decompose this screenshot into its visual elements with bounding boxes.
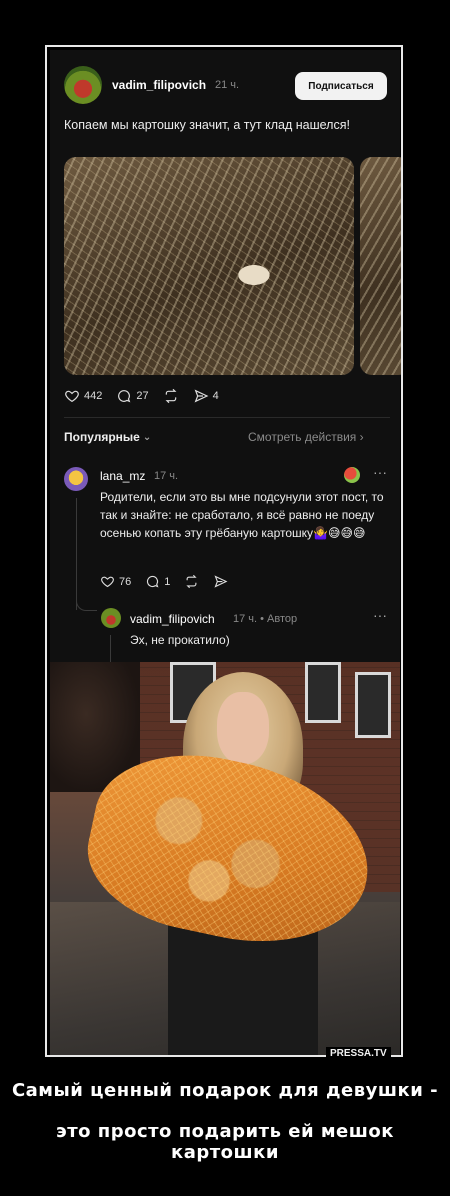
building-window (355, 672, 391, 738)
chevron-down-icon: ⌄ (142, 431, 152, 443)
repost-icon (186, 574, 197, 589)
watermark: PRESSA.TV (326, 1047, 391, 1060)
send-icon (194, 389, 209, 403)
reply-text: Эх, не прокатило) (130, 633, 230, 647)
like-button[interactable]: 442 (64, 388, 102, 404)
comments-count: 27 (136, 390, 149, 402)
comment-actions: 76 1 (100, 574, 228, 589)
comment-bubble-icon (118, 390, 131, 403)
reply-avatar[interactable] (101, 608, 121, 628)
shares-count: 4 (212, 390, 219, 402)
building-window (305, 662, 341, 723)
comment-share-button[interactable] (213, 574, 228, 589)
see-actions-link[interactable]: Смотреть действия › (248, 430, 364, 444)
chevron-right-icon: › (359, 430, 364, 444)
threads-post: vadim_filipovich 21 ч. Подписаться Копае… (50, 50, 401, 662)
divider (64, 417, 390, 418)
more-options-icon[interactable]: ··· (373, 607, 387, 623)
likes-count: 442 (84, 390, 103, 402)
comment-button[interactable]: 27 (116, 388, 149, 404)
comment-likes-count: 76 (119, 575, 132, 588)
comment-like-button[interactable]: 76 (100, 574, 131, 589)
heart-icon (65, 390, 79, 403)
post-username[interactable]: vadim_filipovich (112, 78, 206, 92)
comment-reply-button[interactable]: 1 (145, 574, 170, 589)
comment-username[interactable]: lana_mz (100, 469, 145, 483)
post-photo-roots[interactable] (64, 157, 354, 375)
subscribe-button[interactable]: Подписаться (295, 72, 387, 100)
photo-girl-with-potato-sack (50, 662, 400, 1055)
sort-label: Популярные (64, 430, 140, 444)
comment-avatar[interactable] (64, 467, 88, 491)
avatar[interactable] (64, 66, 102, 104)
see-actions-label: Смотреть действия (248, 430, 357, 444)
more-options-icon[interactable]: ··· (373, 464, 387, 480)
thread-line (76, 498, 77, 610)
thread-line (110, 635, 111, 662)
demotivator-caption-line2: это просто подарить ей мешок картошки (56, 1121, 394, 1163)
send-icon (214, 575, 228, 588)
girl-face (217, 692, 269, 764)
comment-text: Родители, если это вы мне подсунули этот… (100, 490, 384, 540)
thread-connector (76, 598, 97, 611)
post-actions: 442 27 4 (64, 386, 219, 406)
post-time: 21 ч. (215, 79, 240, 91)
reply-time: 17 ч. • Автор (233, 613, 298, 625)
sort-dropdown[interactable]: Популярные ⌄ (64, 430, 151, 444)
comment-repost-button[interactable] (184, 574, 199, 589)
demotivator-frame: vadim_filipovich 21 ч. Подписаться Копае… (45, 45, 403, 1057)
share-button[interactable]: 4 (193, 388, 219, 404)
comment-time: 17 ч. (154, 470, 179, 482)
comment-replies-count: 1 (164, 575, 171, 588)
post-caption: Копаем мы картошку значит, а тут клад на… (64, 118, 350, 132)
heart-icon (101, 576, 114, 588)
comment-bubble-icon (147, 575, 159, 588)
repost-button[interactable] (163, 388, 179, 404)
repost-icon (165, 388, 177, 404)
post-photo-second[interactable] (360, 157, 401, 375)
heart-reaction-icon (344, 467, 360, 483)
reply-username[interactable]: vadim_filipovich (130, 612, 215, 626)
demotivator-caption-line1: Самый ценный подарок для девушки - (11, 1080, 439, 1101)
